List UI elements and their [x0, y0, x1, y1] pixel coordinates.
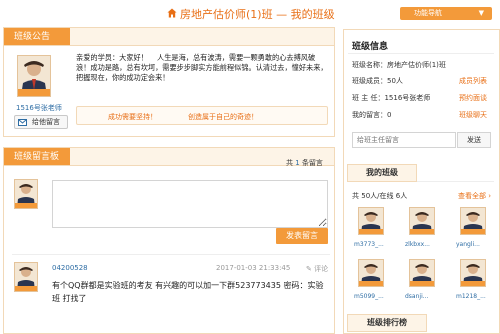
member-name-link[interactable]: zlkbxx...	[405, 241, 430, 248]
info-row-teacher: 班 主 任：1516号张老师	[352, 93, 430, 103]
my-avatar	[14, 179, 38, 209]
message-count: 共 1 条留言	[286, 158, 323, 168]
teacher-avatar[interactable]	[17, 55, 51, 97]
message-count-prefix: 共	[286, 159, 293, 167]
book-meeting-link[interactable]: 预约面谈	[459, 93, 487, 103]
member-portrait-icon	[359, 260, 383, 286]
divider	[417, 181, 494, 182]
member-portrait-icon	[410, 208, 434, 234]
post-avatar[interactable]	[14, 262, 38, 292]
members-prefix: 共	[352, 192, 359, 200]
member-avatar[interactable]	[409, 259, 435, 287]
message-count-suffix: 条留言	[301, 159, 323, 167]
user-portrait-icon	[15, 263, 37, 291]
teacher-message-input[interactable]	[352, 132, 456, 148]
member-portrait-icon	[461, 208, 485, 234]
member-name-link[interactable]: m5099_...	[354, 293, 384, 300]
post-timestamp: 2017-01-03 21:33:45	[216, 264, 291, 272]
member-avatar[interactable]	[460, 207, 486, 235]
info-label: 班级名称：	[352, 61, 387, 69]
info-label: 班级成员：	[352, 77, 387, 85]
class-info-title: 班级信息	[352, 42, 389, 52]
motto-text-2: 创造属于自己的奇迹！	[188, 113, 258, 121]
teacher-portrait-icon	[18, 56, 50, 96]
function-nav-label: 功能导航	[414, 9, 442, 17]
divider	[12, 254, 330, 255]
info-value: 房地产估价师(1)班	[387, 61, 446, 69]
member-portrait-icon	[359, 208, 383, 234]
member-avatar[interactable]	[358, 207, 384, 235]
info-value: 1516号张老师	[384, 94, 431, 102]
post-text: 有个QQ群都是实验班的考友 有兴趣的可以加一下群523773435 密码：实验班…	[52, 281, 324, 303]
page-title: 房地产估价师(1)班 — 我的班级	[180, 8, 335, 21]
info-row-members: 班级成员：50人	[352, 76, 403, 86]
member-avatar[interactable]	[409, 207, 435, 235]
members-summary: 共 50人/在线 6人	[352, 191, 407, 201]
post-username-link[interactable]: 04200528	[52, 264, 88, 272]
info-value: 0	[387, 111, 392, 119]
info-row-class-name: 班级名称：房地产估价师(1)班	[352, 60, 446, 70]
member-list-link[interactable]: 成员列表	[459, 76, 487, 86]
chevron-right-icon: ›	[488, 192, 492, 200]
class-chat-link[interactable]: 班级聊天	[459, 110, 487, 120]
info-value: 50人	[387, 77, 403, 85]
message-board-tab: 班级留言板	[4, 148, 70, 165]
function-nav-button[interactable]: 功能导航 ▼	[400, 7, 492, 20]
user-portrait-icon	[15, 180, 37, 208]
announcement-text: 亲爱的学员：大家好！ 人生是海，总有波涛，需要一颗勇敢的心去搏风破浪！成功是路，…	[76, 53, 328, 82]
member-name-link[interactable]: m3773_...	[354, 241, 384, 248]
members-online: /在线 6人	[377, 192, 408, 200]
home-icon	[167, 8, 177, 18]
teacher-name-link[interactable]: 1516号张老师	[16, 103, 62, 113]
info-label: 班 主 任：	[352, 94, 385, 102]
message-count-value: 1	[295, 159, 300, 167]
comment-label: 评论	[314, 265, 329, 273]
member-name-link[interactable]: dsanji...	[405, 293, 428, 300]
member-avatar[interactable]	[460, 259, 486, 287]
chevron-down-icon: ▼	[478, 9, 484, 17]
member-name-link[interactable]: m1218_...	[456, 293, 486, 300]
member-portrait-icon	[461, 260, 485, 286]
see-all-label: 查看全部	[458, 192, 486, 200]
motto-text-1: 成功需要坚持！	[108, 113, 157, 121]
member-avatar[interactable]	[358, 259, 384, 287]
envelope-icon	[18, 119, 27, 126]
class-ranking-tab: 班级排行榜	[347, 314, 427, 332]
members-total: 50人	[361, 192, 378, 200]
send-button[interactable]: 发送	[457, 132, 491, 148]
member-name-link[interactable]: yangli...	[456, 241, 480, 248]
pencil-icon: ✎	[306, 265, 312, 273]
leave-message-label: 给他留言	[32, 118, 60, 126]
announcement-tab: 班级公告	[4, 28, 70, 45]
my-class-tab: 我的班级	[347, 164, 417, 182]
divider	[348, 53, 494, 54]
info-label: 我的留言：	[352, 111, 387, 119]
info-row-my-messages: 我的留言：0	[352, 110, 391, 120]
comment-link[interactable]: ✎ 评论	[306, 264, 328, 274]
message-textarea[interactable]	[52, 180, 328, 228]
see-all-members-link[interactable]: 查看全部 ›	[458, 191, 491, 201]
member-portrait-icon	[410, 260, 434, 286]
post-message-button[interactable]: 发表留言	[276, 228, 328, 244]
